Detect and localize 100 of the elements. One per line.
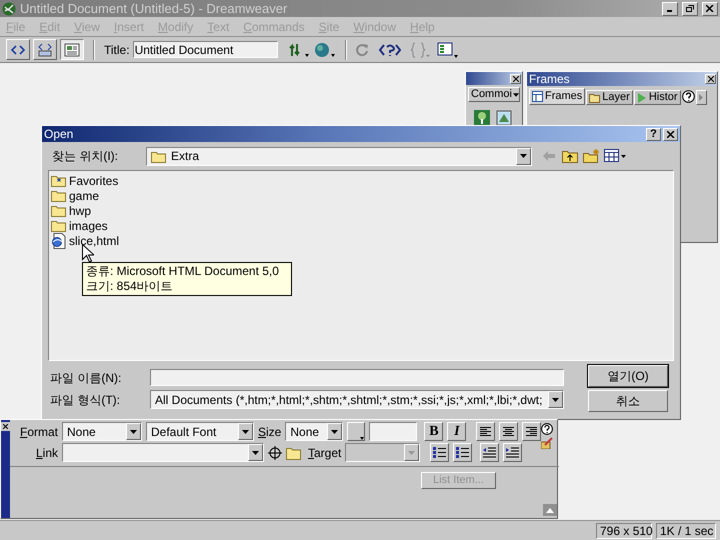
caret-icon	[552, 398, 559, 402]
code-reference-icon[interactable]	[378, 42, 401, 56]
indent-button[interactable]	[503, 443, 522, 462]
indent-icon	[506, 447, 520, 458]
file-transfer-icon[interactable]	[288, 42, 311, 58]
file-tooltip: 종류: Microsoft HTML Document 5,0 크기: 854바이트	[82, 262, 292, 296]
expand-button[interactable]	[543, 504, 558, 516]
help-button[interactable]: ?	[646, 128, 661, 140]
outdent-button[interactable]	[480, 443, 500, 462]
close-icon	[3, 424, 8, 429]
close-icon	[512, 76, 518, 82]
dropdown-arrow-button[interactable]	[516, 148, 531, 164]
close-icon	[666, 130, 674, 138]
bulleted-list-button[interactable]	[430, 443, 450, 462]
size-label: Size	[258, 424, 282, 440]
look-in-label: 찾는 위치(I):	[52, 148, 119, 165]
image-icon[interactable]	[474, 110, 490, 126]
dropdown-arrow-button[interactable]	[126, 423, 141, 440]
code-brackets-icon	[10, 42, 26, 56]
close-button[interactable]	[510, 74, 521, 84]
link-label: Link	[34, 444, 58, 462]
caret-icon	[360, 437, 364, 440]
dropdown-arrow-button[interactable]	[548, 391, 563, 408]
title-field[interactable]: Untitled Document	[132, 41, 278, 58]
help-icon[interactable]	[541, 423, 554, 435]
window-title: Untitled Document (Untitled-5) - Dreamweaver	[20, 2, 288, 15]
page-options-icon[interactable]	[436, 42, 459, 58]
directory-entry[interactable]: game	[51, 188, 100, 203]
dropdown-arrow-button[interactable]	[238, 423, 253, 440]
file-name-label: 파일 이름(N):	[50, 370, 122, 386]
directory-entry[interactable]: slice,html	[51, 233, 120, 248]
dialog-button[interactable]: 취소	[588, 390, 668, 412]
code-view-button[interactable]	[6, 39, 30, 60]
directory-entry[interactable]: hwp	[51, 203, 92, 218]
panel-tab[interactable]: Frames	[529, 88, 586, 105]
file-name-field[interactable]	[150, 369, 564, 386]
color-swatch-button[interactable]	[347, 422, 366, 441]
bold-button[interactable]: B	[424, 422, 444, 441]
folder-icon	[589, 92, 600, 102]
numbered-list-button[interactable]	[453, 443, 472, 462]
restore-button[interactable]	[682, 2, 698, 16]
title-label: Title:	[104, 42, 130, 58]
help-icon[interactable]	[682, 90, 695, 103]
format-dropdown[interactable]: None	[62, 422, 142, 441]
font-dropdown[interactable]: Default Font	[146, 422, 254, 441]
align-left-button[interactable]	[476, 422, 496, 441]
close-button[interactable]	[702, 2, 718, 16]
caret-icon	[512, 92, 519, 96]
crosshair-icon[interactable]	[268, 446, 282, 460]
close-button[interactable]	[705, 74, 716, 84]
align-left-icon	[480, 426, 492, 436]
file-type-label: 파일 형식(T):	[50, 392, 121, 408]
caret-icon	[520, 154, 527, 158]
folder-icon	[51, 204, 67, 217]
restore-icon	[686, 5, 694, 12]
link-dropdown[interactable]	[62, 443, 264, 462]
scroll-right-button[interactable]	[696, 90, 707, 105]
split-view-button[interactable]	[33, 39, 57, 60]
align-center-icon	[503, 426, 514, 436]
design-view-button[interactable]	[60, 39, 84, 60]
category-dropdown[interactable]: Commoi	[468, 87, 520, 102]
size-dropdown[interactable]: None	[285, 422, 344, 441]
status-bar-field: 796 x 510	[596, 522, 652, 538]
dialog-button[interactable]: 열기(O)	[588, 365, 668, 387]
caret-icon	[242, 430, 249, 434]
folder-icon	[51, 219, 67, 232]
panel-tab[interactable]: Layer	[586, 90, 633, 105]
split-layout-icon	[37, 42, 53, 56]
page-layout-icon	[64, 42, 80, 56]
frames-icon	[532, 91, 543, 102]
panel-title: Frames	[529, 73, 570, 85]
close-button[interactable]	[663, 128, 678, 140]
align-right-button[interactable]	[522, 422, 542, 441]
align-right-icon	[526, 426, 538, 436]
numbered-list-icon	[456, 447, 470, 458]
minimize-button[interactable]	[662, 2, 678, 16]
directory-entry[interactable]: Favorites	[51, 173, 118, 188]
look-in-dropdown[interactable]: Extra	[146, 146, 532, 166]
globe-icon[interactable]	[314, 42, 338, 58]
directory-entry[interactable]: images	[51, 218, 108, 233]
dropdown-arrow-button[interactable]	[327, 423, 342, 440]
view-menu-icon[interactable]	[604, 149, 626, 163]
new-folder-icon[interactable]	[583, 149, 600, 163]
close-icon	[706, 5, 714, 12]
color-field[interactable]	[369, 422, 418, 441]
outdent-icon	[483, 447, 496, 458]
align-center-button[interactable]	[499, 422, 518, 441]
rollover-image-icon[interactable]	[496, 110, 512, 126]
caret-icon	[252, 450, 259, 454]
italic-button[interactable]: I	[447, 422, 466, 441]
edit-pencil-icon[interactable]	[541, 437, 554, 449]
up-folder-icon[interactable]	[562, 149, 579, 163]
panel-tab[interactable]: Histor	[634, 90, 681, 105]
folder-icon	[151, 150, 167, 162]
close-button[interactable]	[1, 422, 10, 431]
caret-icon	[130, 430, 137, 434]
bulleted-list-icon	[433, 447, 446, 458]
dropdown-arrow-button[interactable]	[248, 444, 263, 461]
format-label: Format	[18, 424, 58, 440]
app-logo-icon	[2, 2, 16, 16]
